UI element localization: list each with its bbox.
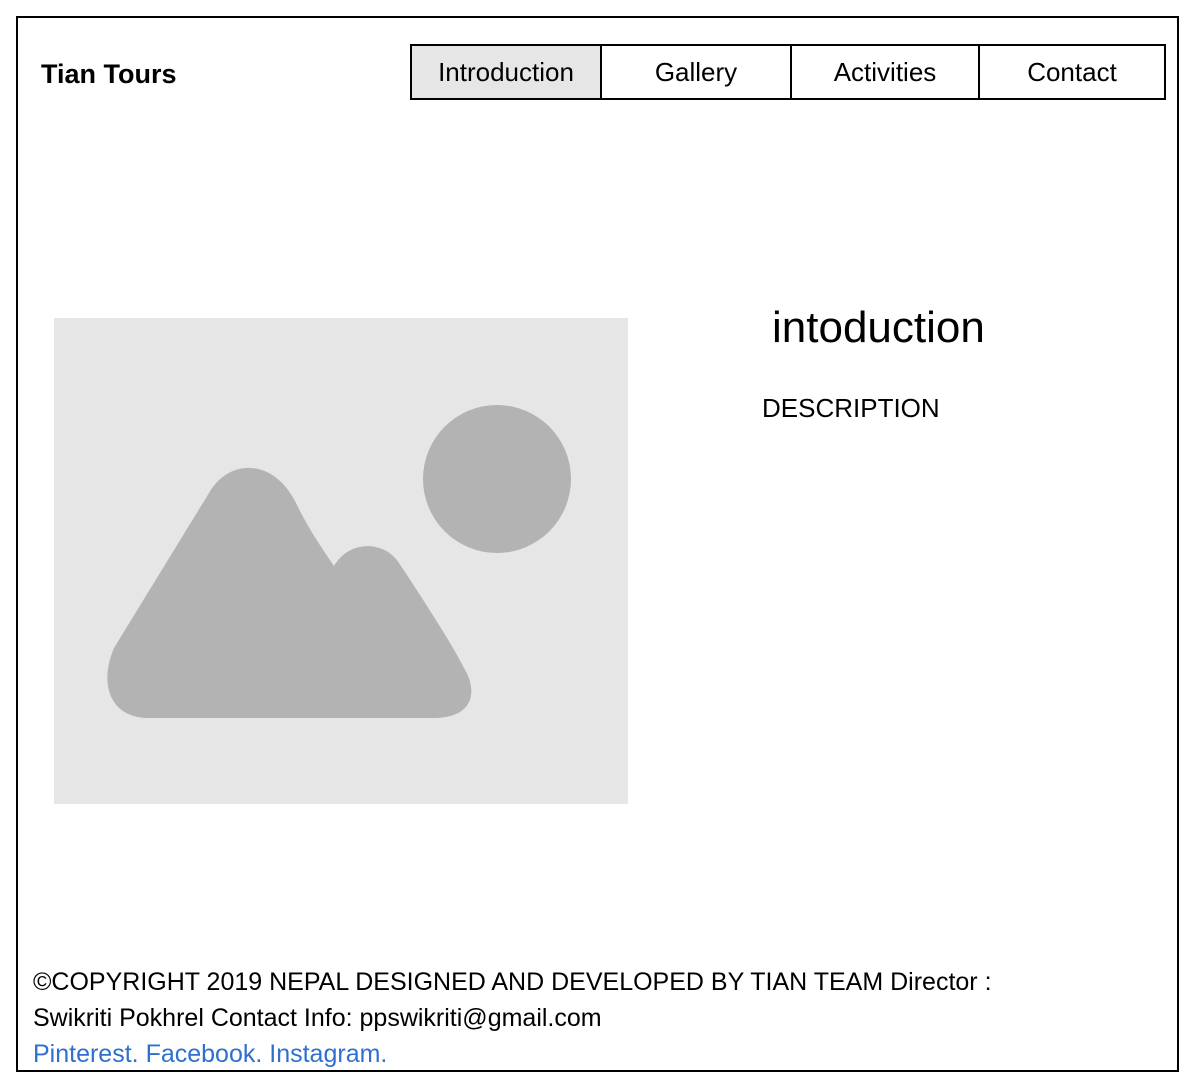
intro-title: intoduction: [772, 303, 985, 352]
image-placeholder: [54, 318, 628, 804]
facebook-link[interactable]: Facebook.: [146, 1040, 263, 1068]
nav-contact[interactable]: Contact: [978, 46, 1164, 98]
footer-links: Pinterest. Facebook. Instagram.: [33, 1036, 1153, 1072]
instagram-link[interactable]: Instagram.: [269, 1040, 387, 1068]
intro-description: DESCRIPTION: [762, 393, 940, 423]
site-brand[interactable]: Tian Tours: [41, 58, 177, 90]
sun-shape: [423, 405, 571, 553]
nav-gallery[interactable]: Gallery: [600, 46, 790, 98]
footer: ©COPYRIGHT 2019 NEPAL DESIGNED AND DEVEL…: [33, 964, 1153, 1072]
nav-activities[interactable]: Activities: [790, 46, 978, 98]
mountains-shape: [107, 467, 472, 718]
footer-copyright: ©COPYRIGHT 2019 NEPAL DESIGNED AND DEVEL…: [33, 968, 992, 996]
nav-introduction[interactable]: Introduction: [412, 46, 600, 98]
pinterest-link[interactable]: Pinterest.: [33, 1040, 139, 1068]
image-placeholder-icon: [107, 405, 571, 718]
footer-contact: Swikriti Pokhrel Contact Info: ppswikrit…: [33, 1004, 602, 1032]
main-nav: Introduction Gallery Activities Contact: [410, 44, 1166, 100]
